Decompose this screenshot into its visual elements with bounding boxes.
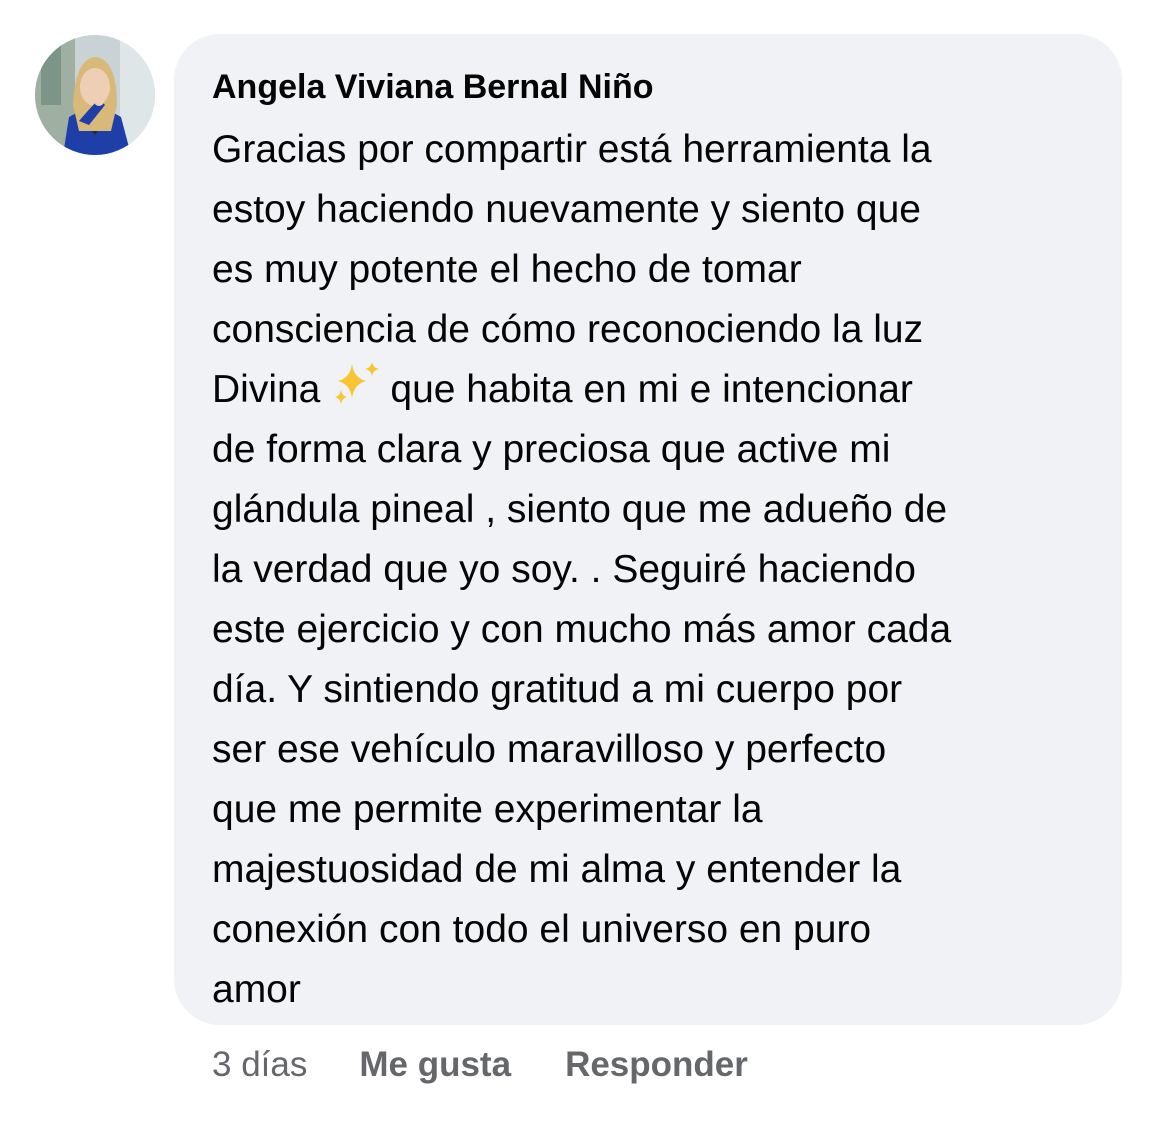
comment-line: que me permite experimentar la bbox=[212, 788, 763, 831]
comment-line: estoy haciendo nuevamente y siento que bbox=[212, 188, 921, 231]
comment-line-part: que habita en mi e intencionar bbox=[390, 368, 913, 411]
avatar[interactable] bbox=[35, 35, 155, 155]
comment-author[interactable]: Angela Viviana Bernal Niño bbox=[212, 67, 1092, 107]
comment-line: ser ese vehículo maravilloso y perfecto bbox=[212, 728, 887, 771]
comment-line: amor bbox=[212, 968, 301, 1011]
comment: Angela Viviana Bernal Niño Gracias por c… bbox=[0, 0, 1170, 1124]
comment-line: conexión con todo el universo en puro bbox=[212, 908, 872, 951]
comment-actions: 3 días Me gusta Responder bbox=[212, 1040, 802, 1090]
comment-line: majestuosidad de mi alma y entender la bbox=[212, 848, 902, 891]
comment-line: día. Y sintiendo gratitud a mi cuerpo po… bbox=[212, 668, 903, 711]
comment-line-with-emoji: Divina que habita en mi e intencionar bbox=[212, 360, 1092, 420]
avatar-photo bbox=[35, 35, 155, 155]
comment-line: de forma clara y preciosa que active mi bbox=[212, 428, 891, 471]
sparkles-icon bbox=[335, 362, 380, 404]
reply-button[interactable]: Responder bbox=[565, 1045, 748, 1085]
like-button[interactable]: Me gusta bbox=[359, 1045, 511, 1085]
comment-line: la verdad que yo soy. . Seguiré haciendo bbox=[212, 548, 916, 591]
comment-bubble: Angela Viviana Bernal Niño Gracias por c… bbox=[174, 34, 1122, 1025]
comment-line: consciencia de cómo reconociendo la luz bbox=[212, 308, 924, 351]
comment-timestamp[interactable]: 3 días bbox=[212, 1045, 307, 1085]
comment-line: es muy potente el hecho de tomar bbox=[212, 248, 802, 291]
comment-line: este ejercicio y con mucho más amor cada bbox=[212, 608, 952, 651]
comment-line-part: Divina bbox=[212, 368, 321, 411]
comment-line: Gracias por compartir está herramienta l… bbox=[212, 128, 932, 171]
comment-text: Gracias por compartir está herramienta l… bbox=[212, 120, 1092, 1020]
comment-line: glándula pineal , siento que me adueño d… bbox=[212, 488, 948, 531]
